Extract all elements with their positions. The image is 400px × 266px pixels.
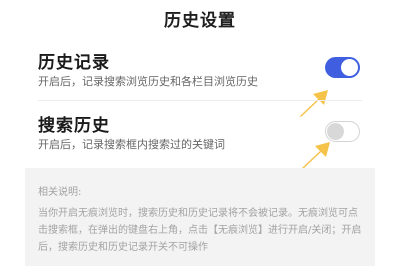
page-title: 历史设置 — [164, 11, 236, 31]
history-settings-page: 历史设置 历史记录 开启后，记录搜索浏览历史和各栏目浏览历史 搜索历史 开启后，… — [0, 0, 400, 266]
setting-search-history-description: 开启后，记录搜索框内搜索过的关键词 — [38, 138, 225, 151]
header: 历史设置 — [0, 0, 400, 36]
arrow-icon — [302, 142, 330, 169]
history-record-toggle[interactable] — [325, 57, 360, 78]
setting-history-record-description: 开启后，记录搜索浏览历史和各栏目浏览历史 — [38, 75, 258, 88]
setting-search-history: 搜索历史 开启后，记录搜索框内搜索过的关键词 — [0, 105, 400, 161]
setting-history-record: 历史记录 开启后，记录搜索浏览历史和各栏目浏览历史 — [0, 42, 400, 98]
note-box: 相关说明: 当你开启无痕浏览时，搜索历史和历史记录将不会被记录。无痕浏览可点击搜… — [25, 168, 375, 266]
setting-search-history-title: 搜索历史 — [38, 116, 110, 136]
note-text: 当你开启无痕浏览时，搜索历史和历史记录将不会被记录。无痕浏览可点击搜索框，在弹出… — [38, 208, 362, 253]
toggle-knob — [341, 59, 358, 76]
divider — [38, 100, 362, 101]
setting-history-record-title: 历史记录 — [38, 53, 110, 73]
note-heading: 相关说明: — [38, 187, 82, 198]
